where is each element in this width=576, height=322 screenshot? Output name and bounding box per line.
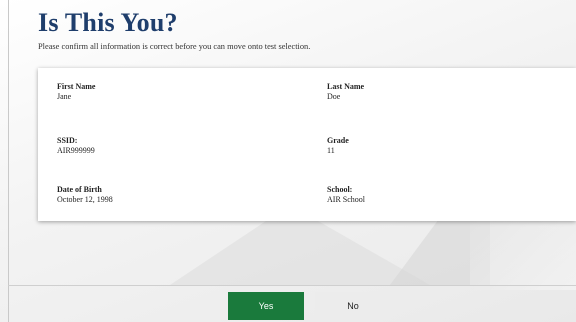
last-name-label: Last Name bbox=[327, 82, 365, 91]
grade-label: Grade bbox=[327, 136, 349, 145]
date-of-birth-value: October 12, 1998 bbox=[57, 195, 113, 204]
page-instructions: Please confirm all information is correc… bbox=[38, 42, 311, 51]
school-value: AIR School bbox=[327, 195, 365, 204]
date-of-birth-field: Date of Birth October 12, 1998 bbox=[57, 185, 113, 204]
last-name-field: Last Name Doe bbox=[327, 82, 364, 101]
first-name-value: Jane bbox=[57, 92, 72, 101]
school-field: School: AIR School bbox=[327, 185, 365, 204]
page-background: Is This You? Please confirm all informat… bbox=[0, 0, 576, 322]
no-button[interactable]: No bbox=[315, 292, 391, 320]
ssid-value: AIR999999 bbox=[57, 146, 95, 155]
grade-field: Grade 11 bbox=[327, 136, 349, 155]
ssid-field: SSID: AIR999999 bbox=[57, 136, 95, 155]
first-name-field: First Name Jane bbox=[57, 82, 95, 101]
last-name-value: Doe bbox=[327, 92, 341, 101]
first-name-label: First Name bbox=[57, 82, 96, 91]
page-title: Is This You? bbox=[38, 8, 178, 37]
date-of-birth-label: Date of Birth bbox=[57, 185, 102, 194]
student-info-card: First Name Jane Last Name Doe SSID: AIR9… bbox=[38, 68, 576, 221]
grade-value: 11 bbox=[327, 146, 335, 155]
ssid-label: SSID: bbox=[57, 136, 78, 145]
yes-button[interactable]: Yes bbox=[228, 292, 304, 320]
school-label: School: bbox=[327, 185, 353, 194]
footer-divider bbox=[8, 285, 576, 286]
